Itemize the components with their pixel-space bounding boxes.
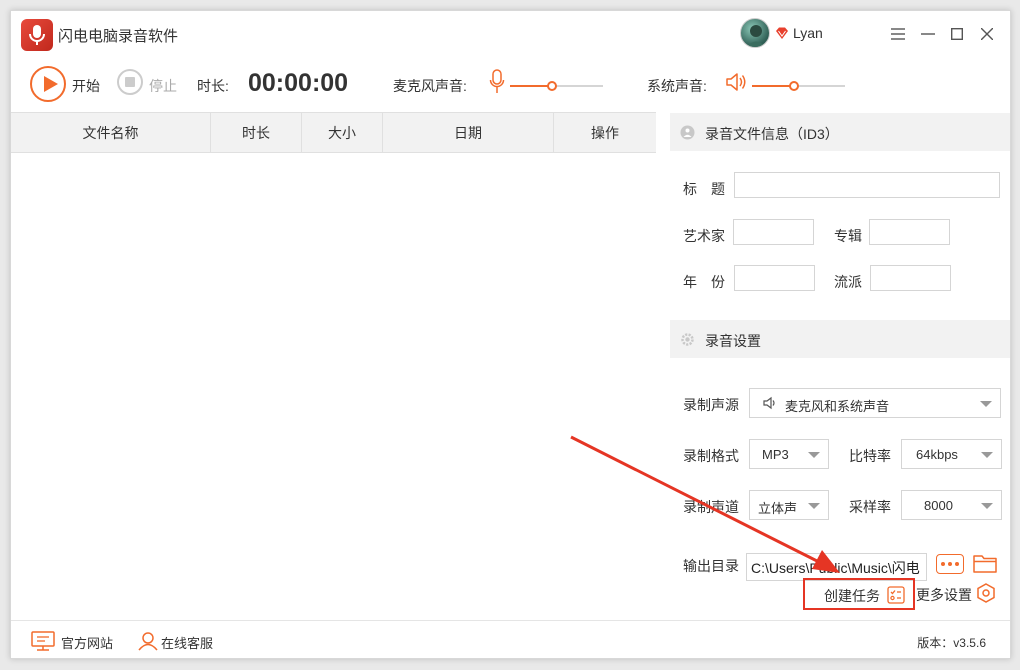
channel-label: 录制声道 xyxy=(683,499,739,515)
mic-volume-slider[interactable] xyxy=(510,81,603,91)
stop-icon[interactable] xyxy=(117,69,143,95)
output-label: 输出目录 xyxy=(683,558,739,574)
duration-value: 00:00:00 xyxy=(248,69,349,97)
create-task-button[interactable]: 创建任务 xyxy=(803,578,915,610)
samplerate-value: 8000 xyxy=(924,498,953,513)
bitrate-value: 64kbps xyxy=(916,447,958,462)
speaker-icon xyxy=(726,73,746,91)
year-input[interactable] xyxy=(734,265,815,291)
speaker-icon xyxy=(763,396,775,410)
settings-section-header: 录音设置 xyxy=(670,320,1010,358)
format-value: MP3 xyxy=(762,447,789,462)
album-input[interactable] xyxy=(869,219,950,245)
system-volume-slider[interactable] xyxy=(752,81,845,91)
menu-button[interactable] xyxy=(887,23,909,45)
bitrate-label: 比特率 xyxy=(849,448,891,464)
close-button[interactable] xyxy=(976,23,998,45)
chevron-down-icon xyxy=(808,503,820,509)
settings-hexagon-icon[interactable] xyxy=(976,583,996,603)
menu-icon xyxy=(891,28,905,40)
genre-input[interactable] xyxy=(870,265,951,291)
chevron-down-icon xyxy=(981,452,993,458)
right-panel: 录音文件信息（ID3） 标 题 艺术家 专辑 年 份 流派 录音设置 录制声源 … xyxy=(670,112,1010,620)
channel-value: 立体声 xyxy=(758,501,798,516)
browse-button[interactable] xyxy=(936,554,964,574)
official-website-link[interactable]: 官方网站 xyxy=(61,633,113,652)
system-slider-knob[interactable] xyxy=(788,81,799,91)
maximize-button[interactable] xyxy=(946,23,968,45)
close-icon xyxy=(981,28,993,40)
source-label: 录制声源 xyxy=(683,397,739,413)
column-action: 操作 xyxy=(591,125,619,141)
channel-select[interactable]: 立体声 xyxy=(749,490,829,520)
title-label: 标 题 xyxy=(683,181,725,197)
chevron-down-icon xyxy=(981,503,993,509)
id3-section-header: 录音文件信息（ID3） xyxy=(670,113,1010,151)
play-icon[interactable] xyxy=(30,66,66,102)
user-avatar[interactable] xyxy=(740,18,770,48)
format-label: 录制格式 xyxy=(683,448,739,464)
output-dir-input[interactable]: C:\Users\Public\Music\闪电 xyxy=(746,553,927,581)
footer-bar: 官方网站 在线客服 版本：v3.5.6 xyxy=(11,620,1010,658)
table-header: 文件名称 时长 大小 日期 操作 xyxy=(11,113,656,153)
maximize-icon xyxy=(951,28,963,40)
genre-label: 流派 xyxy=(834,274,862,290)
column-duration[interactable]: 时长 xyxy=(211,113,302,153)
online-support-link[interactable]: 在线客服 xyxy=(161,633,213,652)
monitor-icon[interactable] xyxy=(31,631,55,651)
stop-button[interactable]: 停止 xyxy=(149,76,177,96)
system-volume-label: 系统声音: xyxy=(647,78,707,94)
samplerate-label: 采样率 xyxy=(849,499,891,515)
settings-section-title: 录音设置 xyxy=(705,333,761,349)
gear-icon xyxy=(681,333,694,346)
source-select[interactable]: 麦克风和系统声音 xyxy=(749,388,1001,418)
bitrate-select[interactable]: 64kbps xyxy=(901,439,1002,469)
title-bar: 闪电电脑录音软件 Lyan xyxy=(11,11,1010,59)
task-list-icon xyxy=(887,586,905,604)
minimize-icon xyxy=(921,33,935,35)
artist-label: 艺术家 xyxy=(683,228,725,244)
mic-slider-fill xyxy=(510,85,552,87)
dot xyxy=(941,562,945,566)
chevron-down-icon xyxy=(980,401,992,407)
album-label: 专辑 xyxy=(834,228,862,244)
column-size[interactable]: 大小 xyxy=(302,113,383,153)
folder-icon[interactable] xyxy=(973,553,997,573)
samplerate-select[interactable]: 8000 xyxy=(901,490,1002,520)
minimize-button[interactable] xyxy=(917,23,939,45)
column-date[interactable]: 日期 xyxy=(383,113,554,153)
customer-service-icon[interactable] xyxy=(136,631,160,651)
source-value: 麦克风和系统声音 xyxy=(785,399,890,414)
more-settings-button[interactable]: 更多设置 xyxy=(916,585,972,605)
artist-input[interactable] xyxy=(733,219,814,245)
table-body xyxy=(11,154,656,620)
start-button[interactable]: 开始 xyxy=(72,76,100,96)
id3-section-title: 录音文件信息（ID3） xyxy=(705,126,839,142)
year-label: 年 份 xyxy=(683,274,725,290)
recordings-table: 文件名称 时长 大小 日期 操作 xyxy=(11,112,656,620)
recording-toolbar: 开始 停止 时长: 00:00:00 麦克风声音: 系统声音: xyxy=(11,59,1010,111)
info-icon xyxy=(680,125,695,140)
duration-label: 时长: xyxy=(197,78,229,94)
mic-volume-label: 麦克风声音: xyxy=(393,78,467,94)
vip-diamond-icon xyxy=(776,27,788,39)
user-name[interactable]: Lyan xyxy=(793,25,823,41)
dot xyxy=(948,562,952,566)
create-task-label: 创建任务 xyxy=(824,588,880,604)
app-logo-icon xyxy=(21,19,53,51)
column-file-name[interactable]: 文件名称 xyxy=(11,113,211,153)
mic-slider-knob[interactable] xyxy=(546,81,557,91)
chevron-down-icon xyxy=(808,452,820,458)
dot xyxy=(955,562,959,566)
app-window: 闪电电脑录音软件 Lyan 开始 停止 时长: 00:00:00 麦克风声音: … xyxy=(10,10,1011,659)
format-select[interactable]: MP3 xyxy=(749,439,829,469)
system-slider-fill xyxy=(752,85,794,87)
title-input[interactable] xyxy=(734,172,1000,198)
version-label: 版本：v3.5.6 xyxy=(917,636,986,650)
microphone-icon xyxy=(489,69,505,93)
app-title: 闪电电脑录音软件 xyxy=(58,28,179,45)
